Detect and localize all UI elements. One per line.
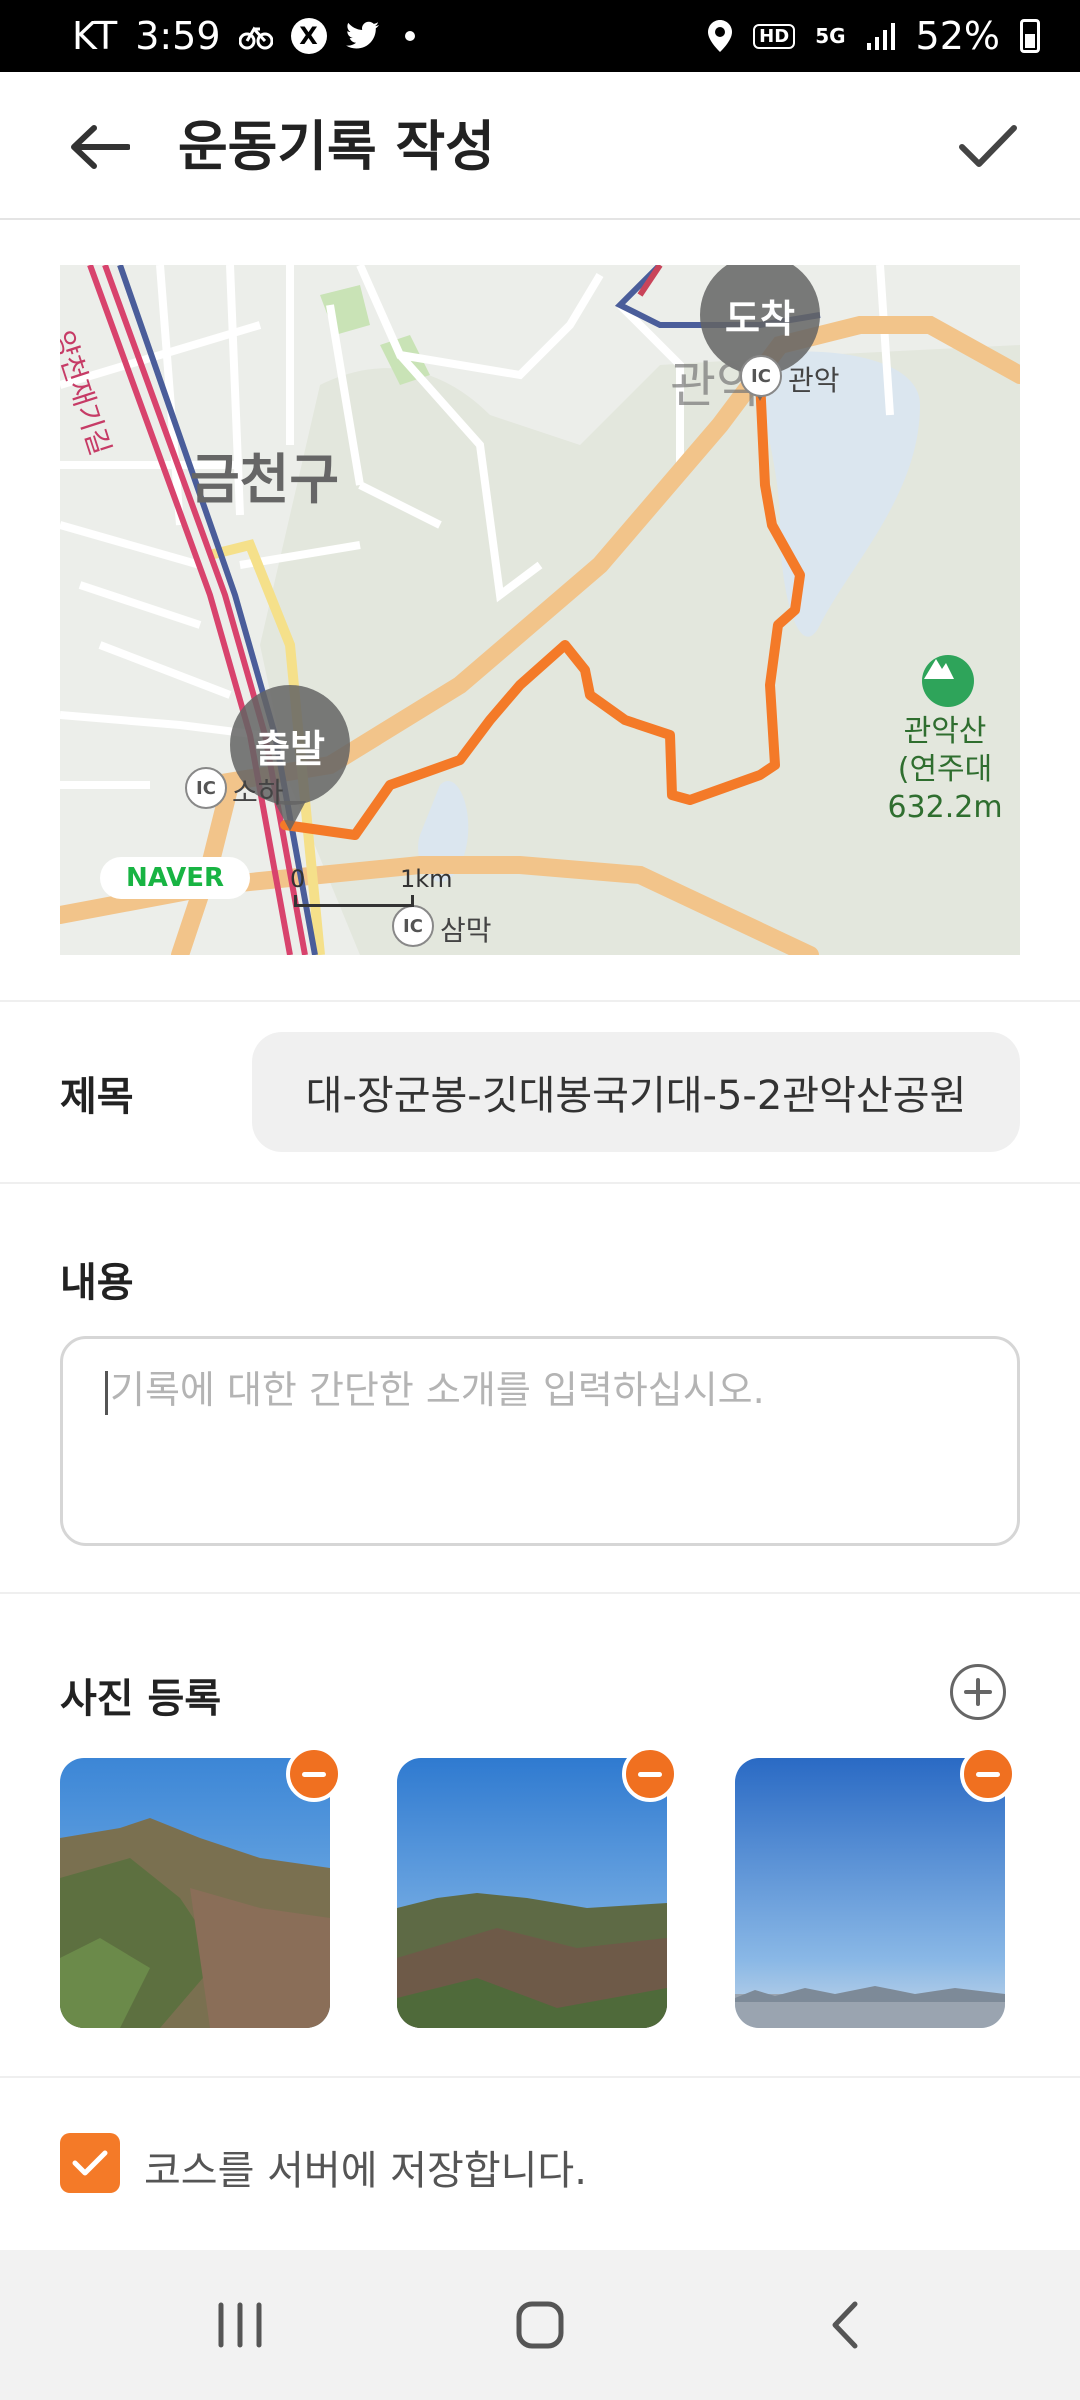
signal-icon [866, 21, 896, 51]
system-nav-bar [0, 2250, 1080, 2400]
place-label-gwanak: 관악 [788, 364, 840, 397]
back-button[interactable] [60, 112, 140, 182]
battery-percent: 52% [915, 14, 1000, 58]
scale-zero: 0 [290, 865, 306, 893]
scale-unit: 1km [400, 865, 453, 893]
title-label: 제목 [60, 1074, 134, 1120]
back-icon [832, 2301, 858, 2349]
district-label: 금천구 [190, 448, 340, 511]
status-bar: KT 3:59 X HD 5G 52% [0, 0, 1080, 72]
place-label-sammak: 삼막 [440, 914, 492, 947]
end-label: 도착 [725, 296, 795, 341]
remove-photo-button[interactable] [960, 1746, 1016, 1802]
photo-label: 사진 등록 [60, 1676, 222, 1722]
app-x-icon: X [290, 18, 327, 54]
divider [0, 1182, 1080, 1184]
check-icon [959, 125, 1017, 167]
remove-photo-button[interactable] [622, 1746, 678, 1802]
location-icon [707, 19, 733, 53]
add-photo-button[interactable] [950, 1664, 1006, 1720]
mountain-detail: (연주대632.2m [887, 752, 1003, 825]
bike-icon [238, 21, 273, 51]
home-button[interactable] [490, 2290, 590, 2360]
title-input[interactable]: 대-장군봉-깃대봉국기대-5-2관악산공원 [252, 1032, 1020, 1152]
content-placeholder: 기록에 대한 간단한 소개를 입력하십시오. [110, 1368, 765, 1412]
sky-photo-3[interactable] [735, 1758, 1005, 2028]
home-icon [516, 2301, 564, 2349]
carrier: KT [72, 14, 118, 58]
mountain-photo-2[interactable] [397, 1758, 667, 2028]
divider [0, 1000, 1080, 1002]
plus-icon [964, 1678, 992, 1706]
notification-dot-icon [404, 31, 415, 41]
ic-badge-bottom: IC [392, 905, 434, 947]
text-caret [105, 1370, 108, 1415]
hd-voice-icon: HD [753, 23, 796, 49]
confirm-button[interactable] [948, 110, 1028, 182]
divider [0, 2076, 1080, 2078]
mountain-label: 관악산 (연주대632.2m [845, 713, 1020, 827]
clock: 3:59 [135, 14, 221, 58]
mountain-photo-1[interactable] [60, 1758, 330, 2028]
network-label: 5G [815, 24, 846, 48]
twitter-icon [345, 21, 381, 51]
map-canvas [60, 265, 1020, 955]
remove-photo-button[interactable] [286, 1746, 342, 1802]
back-nav-button[interactable] [795, 2290, 895, 2360]
app-header: 운동기록 작성 [0, 72, 1080, 220]
network-5g-icon: 5G [815, 24, 845, 48]
ic-label: IC [196, 777, 216, 799]
recent-apps-icon [218, 2302, 262, 2348]
start-label: 출발 [255, 726, 325, 771]
battery-icon [1020, 19, 1040, 53]
ic-label: IC [403, 915, 423, 937]
ic-label: IC [751, 365, 771, 387]
mountain-icon[interactable] [922, 655, 974, 707]
ic-badge-start: IC [185, 767, 227, 809]
route-map[interactable]: 금천구 양천재기길 출발 도착 관악 IC 소하 IC 관악 IC 삼막 NAV… [60, 265, 1020, 955]
recent-apps-button[interactable] [190, 2290, 290, 2360]
content-textarea[interactable]: 기록에 대한 간단한 소개를 입력하십시오. [60, 1336, 1020, 1546]
check-icon [72, 2150, 108, 2176]
ic-badge-end: IC [740, 355, 782, 397]
page-title: 운동기록 작성 [178, 115, 495, 178]
divider [0, 1592, 1080, 1594]
place-label-soha: 소하 [232, 776, 284, 809]
save-course-checkbox[interactable] [60, 2133, 120, 2193]
naver-logo: NAVER [100, 857, 250, 899]
content-label: 내용 [60, 1260, 134, 1306]
scale-bar [294, 895, 414, 907]
mountain-name: 관악산 [903, 714, 987, 749]
arrow-left-icon [71, 125, 130, 169]
save-course-label[interactable]: 코스를 서버에 저장합니다. [144, 2138, 587, 2196]
